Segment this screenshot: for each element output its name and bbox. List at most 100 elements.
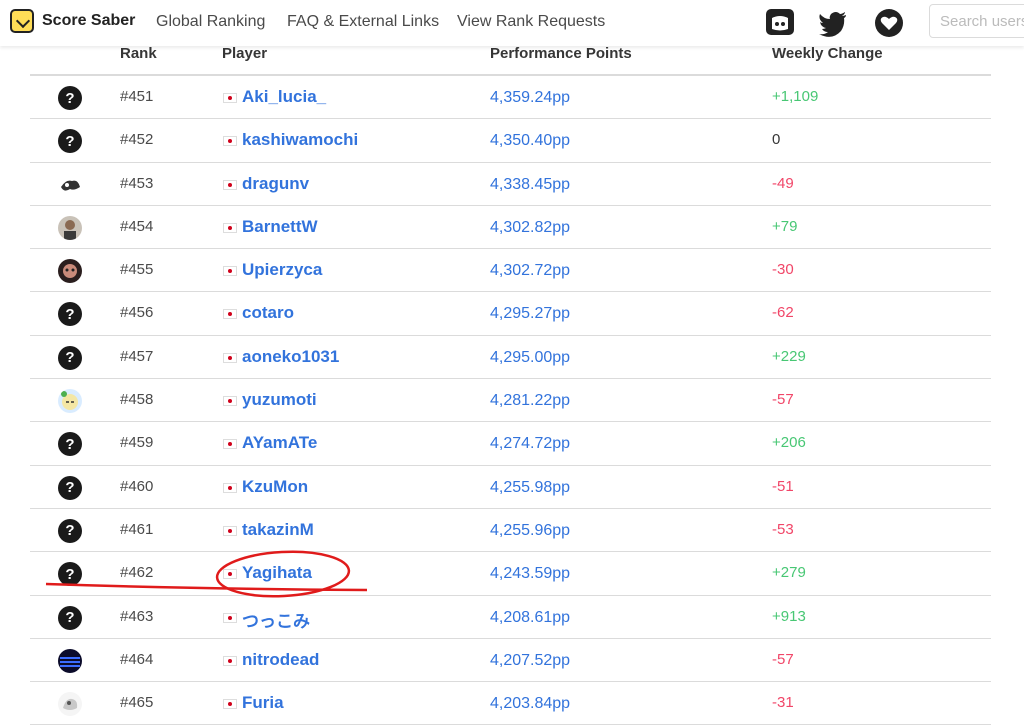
unknown-avatar-icon: ? — [58, 605, 82, 630]
header-player: Player — [222, 45, 268, 62]
player-link[interactable]: Aki_lucia_ — [242, 87, 326, 107]
table-body: ? #451 Aki_lucia_ 4,359.24pp +1,109? #452 kash… — [30, 76, 991, 725]
rank-cell: #463 — [120, 607, 154, 625]
pp-cell: 4,243.59pp — [490, 565, 571, 583]
japan-flag-icon — [223, 612, 237, 623]
japan-flag-icon — [223, 525, 237, 536]
player-link[interactable]: takazinM — [242, 520, 314, 540]
player-link[interactable]: yuzumoti — [242, 390, 317, 410]
player-avatar — [58, 172, 82, 197]
pp-cell: 4,203.84pp — [490, 695, 571, 713]
player-link[interactable]: AYamATe — [242, 433, 317, 453]
rank-cell: #459 — [120, 434, 154, 452]
player-avatar — [58, 389, 82, 414]
player-link[interactable]: つっこみ — [242, 607, 310, 632]
unknown-avatar-icon: ? — [58, 518, 82, 543]
table-row: ? #451 Aki_lucia_ 4,359.24pp +1,109 — [30, 76, 991, 120]
table-row: ? #460 KzuMon 4,255.98pp -51 — [30, 466, 991, 509]
japan-flag-icon — [223, 569, 237, 580]
table-row: ? #459 AYamATe 4,274.72pp +206 — [30, 422, 991, 466]
weekly-change-cell: -49 — [772, 174, 794, 192]
nav-rank-requests[interactable]: View Rank Requests — [457, 13, 605, 31]
weekly-change-cell: +279 — [772, 564, 806, 582]
pp-cell: 4,255.96pp — [490, 521, 571, 539]
table-row: #464 nitrodead 4,207.52pp -57 — [30, 639, 991, 683]
heart-icon[interactable] — [874, 8, 904, 38]
weekly-change-cell: -62 — [772, 304, 794, 322]
japan-flag-icon — [223, 396, 237, 407]
weekly-change-cell: +206 — [772, 434, 806, 452]
player-link[interactable]: kashiwamochi — [242, 130, 358, 150]
player-link[interactable]: nitrodead — [242, 650, 319, 670]
rank-cell: #458 — [120, 391, 154, 409]
japan-flag-icon — [223, 655, 237, 666]
rank-cell: #456 — [120, 304, 154, 322]
player-link[interactable]: dragunv — [242, 174, 309, 194]
unknown-avatar-icon: ? — [58, 302, 82, 327]
unknown-avatar-icon: ? — [58, 345, 82, 370]
table-row: #454 BarnettW 4,302.82pp +79 — [30, 206, 991, 250]
rank-cell: #455 — [120, 261, 154, 279]
japan-flag-icon — [223, 179, 237, 190]
search-input[interactable] — [929, 4, 1024, 38]
player-link[interactable]: Furia — [242, 693, 284, 713]
pp-cell: 4,295.00pp — [490, 348, 571, 366]
player-link[interactable]: KzuMon — [242, 477, 308, 497]
japan-flag-icon — [223, 93, 237, 103]
rank-cell: #465 — [120, 694, 154, 712]
pp-cell: 4,274.72pp — [490, 435, 571, 453]
unknown-avatar-icon: ? — [58, 562, 82, 587]
player-link[interactable]: Yagihata — [242, 563, 312, 583]
japan-flag-icon — [223, 136, 237, 147]
player-link[interactable]: BarnettW — [242, 217, 318, 237]
weekly-change-cell: +1,109 — [772, 88, 819, 105]
weekly-change-cell: -31 — [772, 694, 794, 712]
japan-flag-icon — [223, 439, 237, 450]
player-avatar — [58, 692, 82, 717]
player-avatar — [58, 648, 82, 673]
rank-cell: #461 — [120, 520, 154, 538]
weekly-change-cell: 0 — [772, 131, 781, 149]
pp-cell: 4,281.22pp — [490, 392, 571, 410]
discord-icon[interactable] — [765, 8, 795, 38]
table-row: #458 yuzumoti 4,281.22pp -57 — [30, 379, 991, 423]
table-row: ? #463 つっこみ 4,208.61pp +913 — [30, 596, 991, 639]
nav-faq-links[interactable]: FAQ & External Links — [287, 13, 439, 31]
japan-flag-icon — [223, 222, 237, 233]
unknown-avatar-icon: ? — [58, 432, 82, 457]
pp-cell: 4,350.40pp — [490, 132, 571, 150]
rank-cell: #454 — [120, 217, 154, 235]
table-row: ? #461 takazinM 4,255.96pp -53 — [30, 509, 991, 553]
rank-cell: #464 — [120, 650, 154, 668]
unknown-avatar-icon: ? — [58, 475, 82, 500]
rank-cell: #452 — [120, 131, 154, 149]
japan-flag-icon — [223, 266, 237, 277]
player-link[interactable]: cotaro — [242, 303, 294, 323]
brand-link[interactable]: Score Saber — [10, 9, 135, 33]
pp-cell: 4,295.27pp — [490, 305, 571, 323]
weekly-change-cell: +229 — [772, 347, 806, 365]
nav-global-ranking[interactable]: Global Ranking — [156, 13, 265, 31]
player-avatar — [58, 259, 82, 284]
twitter-icon[interactable] — [818, 8, 848, 38]
brand-name: Score Saber — [42, 12, 136, 29]
pp-cell: 4,255.98pp — [490, 478, 571, 496]
rank-cell: #460 — [120, 477, 154, 495]
rank-cell: #451 — [120, 88, 154, 105]
table-row: #453 dragunv 4,338.45pp -49 — [30, 163, 991, 206]
player-avatar — [58, 215, 82, 240]
player-link[interactable]: Upierzyca — [242, 260, 322, 280]
unknown-avatar-icon: ? — [58, 86, 82, 110]
table-row: #465 Furia 4,203.84pp -31 — [30, 682, 991, 725]
weekly-change-cell: -51 — [772, 477, 794, 495]
player-link[interactable]: aoneko1031 — [242, 347, 339, 367]
pp-cell: 4,208.61pp — [490, 608, 571, 626]
japan-flag-icon — [223, 699, 237, 710]
pp-cell: 4,302.82pp — [490, 218, 571, 236]
weekly-change-cell: -53 — [772, 520, 794, 538]
pp-cell: 4,359.24pp — [490, 89, 571, 106]
header-weekly-change: Weekly Change — [772, 45, 883, 62]
table-row: ? #452 kashiwamochi 4,350.40pp 0 — [30, 119, 991, 163]
weekly-change-cell: -57 — [772, 391, 794, 409]
weekly-change-cell: -57 — [772, 650, 794, 668]
